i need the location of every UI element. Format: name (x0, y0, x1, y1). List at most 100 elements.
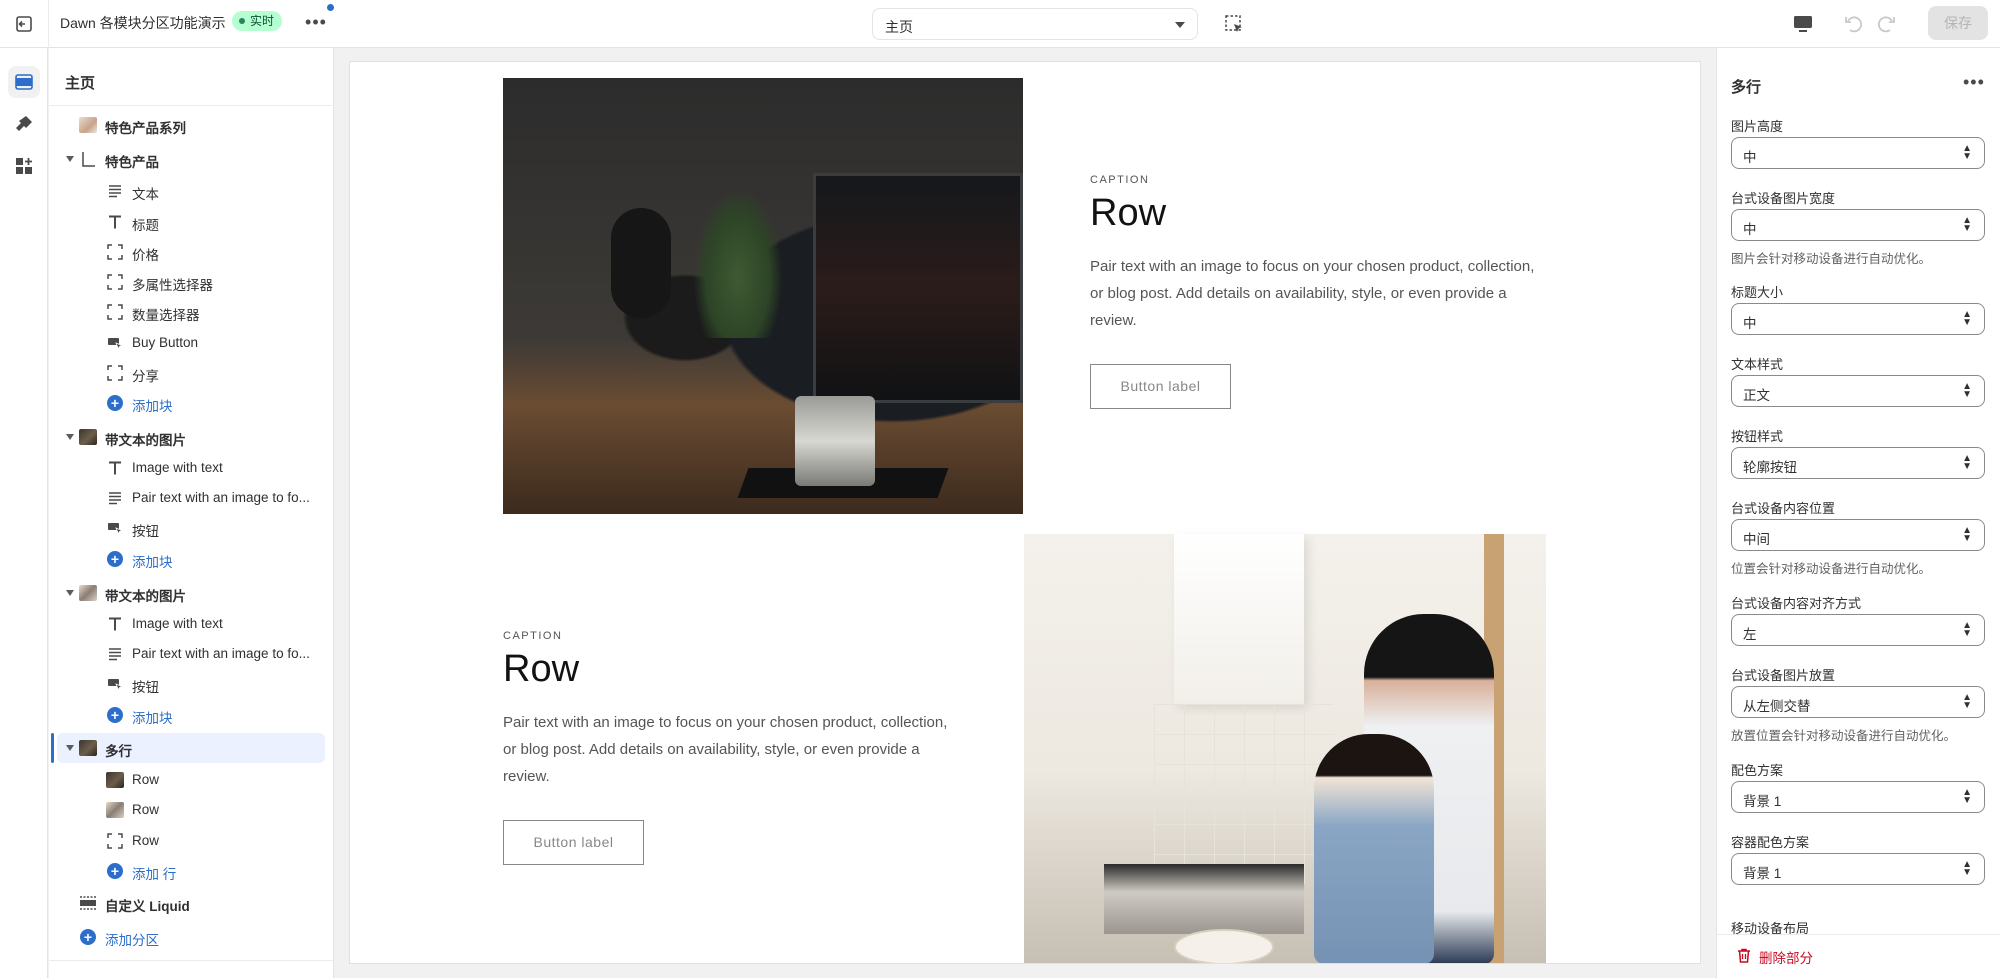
color-scheme-select[interactable]: 背景 1 ▲ ▼ (1731, 781, 1985, 813)
add-section-button[interactable]: + 添加分区 (57, 922, 325, 952)
text-style-select[interactable]: 正文 ▲ ▼ (1731, 375, 1985, 407)
block-price[interactable]: 价格 (57, 237, 325, 267)
block-text[interactable]: Pair text with an image to fo... (57, 483, 325, 513)
section-custom-liquid[interactable]: 自定义 Liquid (57, 888, 325, 918)
row-button[interactable]: Button label (1090, 364, 1231, 409)
tree-item-label: Pair text with an image to fo... (132, 646, 310, 661)
field-label: 文本样式 (1731, 357, 1784, 372)
divider (48, 0, 49, 48)
row-heading: Row (503, 648, 580, 690)
section-image-with-text-1[interactable]: 带文本的图片 (57, 422, 325, 452)
inspector-select-icon[interactable] (1222, 12, 1246, 36)
theme-settings-brush-icon[interactable] (8, 108, 40, 140)
container-color-scheme-select[interactable]: 背景 1 ▲ ▼ (1731, 853, 1985, 885)
notification-dot (327, 4, 334, 11)
tree-item-label: 添加块 (132, 711, 173, 726)
caret-down-icon[interactable] (66, 590, 74, 596)
select-value: 背景 1 (1743, 866, 1782, 881)
select-arrows-icon: ▲ ▼ (1962, 620, 1972, 639)
plus-circle-icon: + (106, 862, 124, 880)
section-featured-product[interactable]: 特色产品 (57, 144, 325, 174)
block-text[interactable]: Pair text with an image to fo... (57, 639, 325, 669)
delete-section-button[interactable]: 删除部分 (1737, 947, 1813, 967)
row-button[interactable]: Button label (503, 820, 644, 865)
sections-icon[interactable] (8, 66, 40, 98)
text-lines-icon (106, 489, 124, 507)
icon-rail (0, 48, 48, 978)
delete-section-label: 删除部分 (1759, 951, 1813, 966)
tree-item-label: 数量选择器 (132, 308, 200, 323)
field-label: 配色方案 (1731, 763, 1784, 778)
product-layout-icon (79, 150, 97, 168)
select-value: 背景 1 (1743, 794, 1782, 809)
apps-icon[interactable] (8, 150, 40, 182)
add-row-button[interactable]: + 添加 行 (57, 856, 325, 886)
desktop-content-position-select[interactable]: 中间 ▲ ▼ (1731, 519, 1985, 551)
section-image-with-text-2[interactable]: 带文本的图片 (57, 578, 325, 608)
block-share[interactable]: 分享 (57, 358, 325, 388)
caret-down-icon[interactable] (66, 434, 74, 440)
panel-footer: 删除部分 (1717, 934, 2000, 978)
tree-item-label: 添加块 (132, 555, 173, 570)
block-frame-icon (106, 832, 124, 850)
desktop-image-width-select[interactable]: 中 ▲ ▼ (1731, 209, 1985, 241)
plus-circle-icon: + (79, 928, 97, 946)
select-arrows-icon: ▲ ▼ (1962, 215, 1972, 234)
block-buy-button[interactable]: Buy Button (57, 328, 325, 358)
plus-circle-icon: + (106, 706, 124, 724)
row-text-content: CAPTION Row Pair text with an image to f… (1090, 174, 1550, 409)
top-bar: Dawn 各模块分区功能演示 实时 ••• 主页 保存 (0, 0, 2000, 48)
block-variant-picker[interactable]: 多属性选择器 (57, 267, 325, 297)
desktop-image-placement-select[interactable]: 从左侧交替 ▲ ▼ (1731, 686, 1985, 718)
theme-name: Dawn 各模块分区功能演示 (60, 15, 226, 31)
block-row[interactable]: Row (57, 826, 325, 856)
section-multirow[interactable]: 多行 (51, 733, 325, 763)
select-arrows-icon: ▲ ▼ (1962, 143, 1972, 162)
block-heading[interactable]: Image with text (57, 609, 325, 639)
button-cursor-icon (106, 675, 124, 693)
text-lines-icon (106, 645, 124, 663)
block-quantity-selector[interactable]: 数量选择器 (57, 297, 325, 327)
desktop-view-icon[interactable] (1790, 11, 1816, 37)
tree-item-label: 标题 (132, 218, 159, 233)
page-title: 主页 (65, 75, 96, 92)
caret-down-icon[interactable] (66, 745, 74, 751)
image-height-select[interactable]: 中 ▲ ▼ (1731, 137, 1985, 169)
block-button[interactable]: 按钮 (57, 513, 325, 543)
text-lines-icon (106, 182, 124, 200)
section-featured-collection[interactable]: 特色产品系列 (57, 110, 325, 140)
button-style-select[interactable]: 轮廓按钮 ▲ ▼ (1731, 447, 1985, 479)
select-arrows-icon: ▲ ▼ (1962, 787, 1972, 806)
heading-size-select[interactable]: 中 ▲ ▼ (1731, 303, 1985, 335)
save-button[interactable]: 保存 (1928, 6, 1988, 40)
more-actions-icon[interactable]: ••• (1963, 72, 1985, 93)
more-actions-icon[interactable]: ••• (302, 10, 330, 34)
add-block-button[interactable]: + 添加块 (57, 700, 325, 730)
tree-item-label: 文本 (132, 187, 159, 202)
block-heading[interactable]: Image with text (57, 453, 325, 483)
block-title[interactable]: 标题 (57, 207, 325, 237)
caret-down-icon[interactable] (66, 156, 74, 162)
heading-t-icon (106, 615, 124, 633)
add-block-button[interactable]: + 添加块 (57, 388, 325, 418)
undo-icon[interactable] (1840, 11, 1866, 37)
block-button[interactable]: 按钮 (57, 669, 325, 699)
row-body-text: Pair text with an image to focus on your… (1090, 258, 1535, 329)
panel-title: 多行 (1731, 79, 1762, 96)
preview-canvas[interactable]: CAPTION Row Pair text with an image to f… (350, 62, 1700, 963)
plus-circle-icon: + (106, 394, 124, 412)
block-text[interactable]: 文本 (57, 176, 325, 206)
tree-item-label: Image with text (132, 460, 223, 475)
image-thumbnail-icon (106, 801, 124, 819)
block-row[interactable]: Row (57, 765, 325, 795)
desktop-content-alignment-select[interactable]: 左 ▲ ▼ (1731, 614, 1985, 646)
exit-icon[interactable] (12, 12, 36, 36)
block-frame-icon (106, 364, 124, 382)
template-select[interactable]: 主页 (872, 8, 1198, 40)
block-row[interactable]: Row (57, 795, 325, 825)
redo-icon[interactable] (1874, 11, 1900, 37)
add-block-button[interactable]: + 添加块 (57, 544, 325, 574)
select-arrows-icon: ▲ ▼ (1962, 859, 1972, 878)
row-body-text: Pair text with an image to focus on your… (503, 714, 948, 785)
tree-item-label: Row (132, 772, 160, 787)
